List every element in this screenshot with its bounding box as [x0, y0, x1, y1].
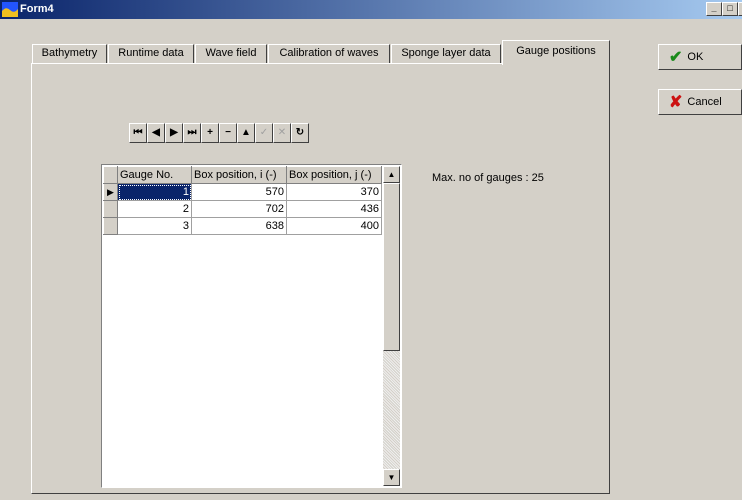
maximize-button[interactable]: □: [722, 2, 738, 16]
scroll-up-button[interactable]: ▲: [383, 166, 400, 183]
tab-calibration-of-waves[interactable]: Calibration of waves: [268, 44, 390, 64]
current-row-indicator-icon[interactable]: ▶: [103, 183, 118, 201]
db-navigator: ⏮ ◀ ▶ ⏭ + − ▲ ✓ ✕ ↻: [129, 123, 309, 143]
cancel-button[interactable]: ✘ Cancel: [658, 89, 742, 115]
edit-record-icon: ▲: [241, 127, 251, 138]
window-title: Form4: [20, 3, 54, 15]
edit-record-button[interactable]: ▲: [237, 123, 255, 143]
table-cell[interactable]: 3: [117, 217, 192, 235]
delete-record-button[interactable]: −: [219, 123, 237, 143]
table-cell[interactable]: 1: [117, 183, 192, 201]
table-header-row: Gauge No. Box position, i (-) Box positi…: [103, 166, 382, 184]
row-indicator[interactable]: [103, 217, 118, 235]
refresh-data-button[interactable]: ↻: [291, 123, 309, 143]
grid-vertical-scrollbar[interactable]: ▲ ▼: [383, 166, 400, 486]
scroll-thumb[interactable]: [383, 183, 400, 351]
gauge-grid[interactable]: Gauge No. Box position, i (-) Box positi…: [101, 164, 402, 488]
table-cell[interactable]: 702: [191, 200, 287, 218]
prior-record-icon: ◀: [152, 127, 160, 138]
cancel-button-label: Cancel: [687, 96, 722, 108]
tab-sponge-layer-data[interactable]: Sponge layer data: [391, 44, 501, 64]
insert-record-button[interactable]: +: [201, 123, 219, 143]
scroll-down-button[interactable]: ▼: [383, 469, 400, 486]
next-record-button[interactable]: ▶: [165, 123, 183, 143]
cancel-edit-button[interactable]: ✕: [273, 123, 291, 143]
table-cell[interactable]: 436: [286, 200, 382, 218]
ok-button-label: OK: [687, 51, 704, 63]
tab-runtime-data[interactable]: Runtime data: [108, 44, 194, 64]
cancel-edit-icon: ✕: [277, 127, 287, 138]
tab-wave-field[interactable]: Wave field: [195, 44, 267, 64]
post-edit-button[interactable]: ✓: [255, 123, 273, 143]
last-record-button[interactable]: ⏭: [183, 123, 201, 143]
table-cell[interactable]: 2: [117, 200, 192, 218]
first-record-icon: ⏮: [133, 127, 143, 138]
table-row[interactable]: 3 638 400: [103, 217, 382, 235]
column-header-gauge-no[interactable]: Gauge No.: [117, 166, 192, 184]
checkmark-icon: ✔: [669, 49, 683, 66]
minimize-button[interactable]: _: [706, 2, 722, 16]
table-cell[interactable]: 370: [286, 183, 382, 201]
first-record-button[interactable]: ⏮: [129, 123, 147, 143]
scroll-down-arrow-icon: ▼: [387, 473, 396, 482]
last-record-icon: ⏭: [187, 127, 197, 138]
cross-icon: ✘: [669, 94, 683, 111]
table-row[interactable]: 2 702 436: [103, 200, 382, 218]
insert-record-icon: +: [207, 127, 213, 138]
prior-record-button[interactable]: ◀: [147, 123, 165, 143]
app-icon: [2, 2, 18, 17]
table-cell[interactable]: 638: [191, 217, 287, 235]
refresh-data-icon: ↻: [295, 127, 305, 138]
close-button[interactable]: ✕: [738, 2, 742, 16]
ok-button[interactable]: ✔ OK: [658, 44, 742, 70]
tab-bathymetry[interactable]: Bathymetry: [32, 44, 107, 64]
post-edit-icon: ✓: [259, 127, 269, 138]
max-gauges-label: Max. no of gauges : 25: [432, 172, 544, 184]
gauge-table: Gauge No. Box position, i (-) Box positi…: [103, 166, 382, 235]
table-cell[interactable]: 570: [191, 183, 287, 201]
scroll-up-arrow-icon: ▲: [387, 170, 396, 179]
next-record-icon: ▶: [170, 127, 178, 138]
column-header-box-j[interactable]: Box position, j (-): [286, 166, 382, 184]
row-indicator[interactable]: [103, 200, 118, 218]
column-header-box-i[interactable]: Box position, i (-): [191, 166, 287, 184]
title-bar: Form4 _ □ ✕: [0, 0, 742, 19]
table-row[interactable]: ▶ 1 570 370: [103, 183, 382, 201]
tab-gauge-positions[interactable]: Gauge positions: [502, 40, 610, 65]
header-corner: [103, 166, 118, 184]
table-cell[interactable]: 400: [286, 217, 382, 235]
delete-record-icon: −: [225, 127, 231, 138]
